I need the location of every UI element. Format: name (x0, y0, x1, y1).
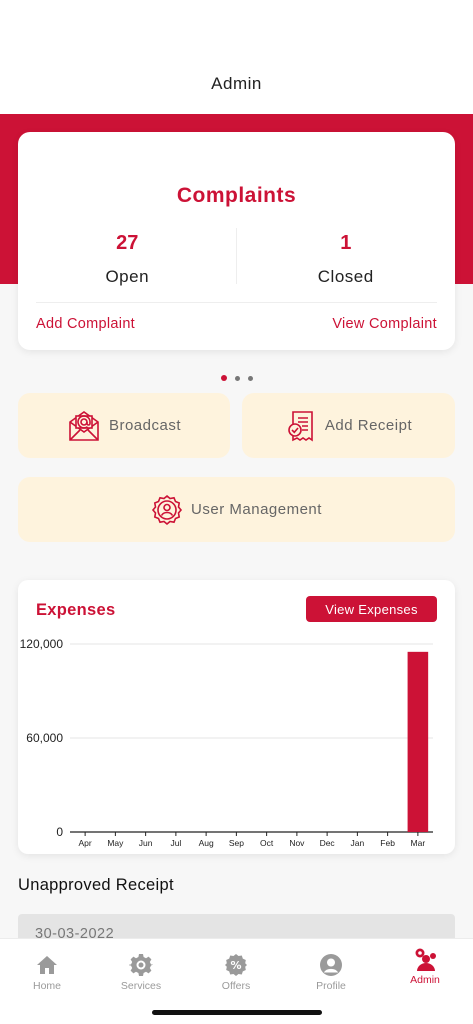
nav-label-offers: Offers (221, 980, 251, 992)
broadcast-tile[interactable]: Broadcast (18, 393, 230, 458)
complaints-card[interactable]: Complaints 27 Open 1 Closed Add Complain… (18, 132, 455, 350)
nav-label-services: Services (120, 980, 162, 992)
receipt-icon (285, 409, 317, 443)
home-indicator (152, 1010, 322, 1015)
broadcast-mail-icon (67, 409, 101, 443)
x-tick-label: Mar (411, 838, 426, 848)
nav-item-profile[interactable]: Profile (284, 953, 378, 992)
y-tick-label: 0 (56, 825, 63, 839)
x-tick-label: Jul (170, 838, 181, 848)
profile-icon (284, 953, 378, 977)
x-tick-label: Sep (229, 838, 244, 848)
carousel-dot-2[interactable] (234, 376, 240, 381)
percent-icon: % (189, 953, 283, 977)
open-complaints-stat[interactable]: 27 Open (18, 232, 237, 287)
x-tick-label: Feb (380, 838, 395, 848)
x-tick-label: May (107, 838, 124, 848)
home-icon (0, 953, 94, 977)
user-management-label: User Management (191, 501, 322, 518)
nav-label-profile: Profile (316, 980, 346, 992)
nav-item-services[interactable]: Services (94, 953, 188, 992)
x-tick-label: Oct (260, 838, 274, 848)
add-receipt-label: Add Receipt (324, 417, 413, 434)
expenses-card: Expenses View Expenses 0 60,000 120,000 Apr… (18, 580, 455, 854)
bar-mar (407, 651, 429, 832)
page-title: Admin (211, 74, 262, 93)
nav-label-admin: Admin (410, 974, 440, 986)
y-tick-label: 120,000 (20, 637, 64, 651)
x-tick-label: Apr (79, 838, 92, 848)
card-divider (36, 302, 437, 303)
nav-label-home: Home (32, 980, 61, 992)
nav-item-admin[interactable]: Admin (378, 947, 472, 986)
gear-icon (94, 953, 188, 977)
closed-count: 1 (340, 232, 352, 254)
carousel-indicator[interactable] (0, 368, 473, 386)
view-complaint-link[interactable]: View Complaint (332, 316, 437, 332)
closed-label: Closed (317, 267, 374, 286)
carousel-dot-1[interactable] (220, 375, 227, 381)
open-count: 27 (116, 232, 139, 254)
user-management-tile[interactable]: User Management (18, 477, 455, 542)
expenses-bar-chart: 0 60,000 120,000 Apr May Jun Jul Aug Sep Oct Nov De… (20, 637, 433, 848)
add-complaint-link[interactable]: Add Complaint (36, 316, 135, 332)
complaints-title: Complaints (176, 184, 297, 207)
user-gear-icon (151, 494, 183, 526)
admin-icon (378, 947, 472, 971)
unapproved-receipt-title: Unapproved Receipt (18, 876, 174, 894)
broadcast-label: Broadcast (108, 417, 182, 434)
nav-item-home[interactable]: Home (0, 953, 94, 992)
x-tick-label: Dec (320, 838, 336, 848)
x-tick-label: Jan (351, 838, 365, 848)
app-header: Admin (0, 0, 473, 114)
svg-text:%: % (230, 959, 241, 972)
x-tick-label: Jun (139, 838, 153, 848)
nav-item-offers[interactable]: % Offers (189, 953, 283, 992)
y-tick-label: 60,000 (26, 731, 63, 745)
closed-complaints-stat[interactable]: 1 Closed (237, 232, 456, 287)
open-label: Open (105, 267, 150, 286)
x-tick-label: Nov (289, 838, 305, 848)
x-tick-label: Aug (199, 838, 214, 848)
add-receipt-tile[interactable]: Add Receipt (242, 393, 455, 458)
carousel-dot-3[interactable] (247, 376, 253, 381)
